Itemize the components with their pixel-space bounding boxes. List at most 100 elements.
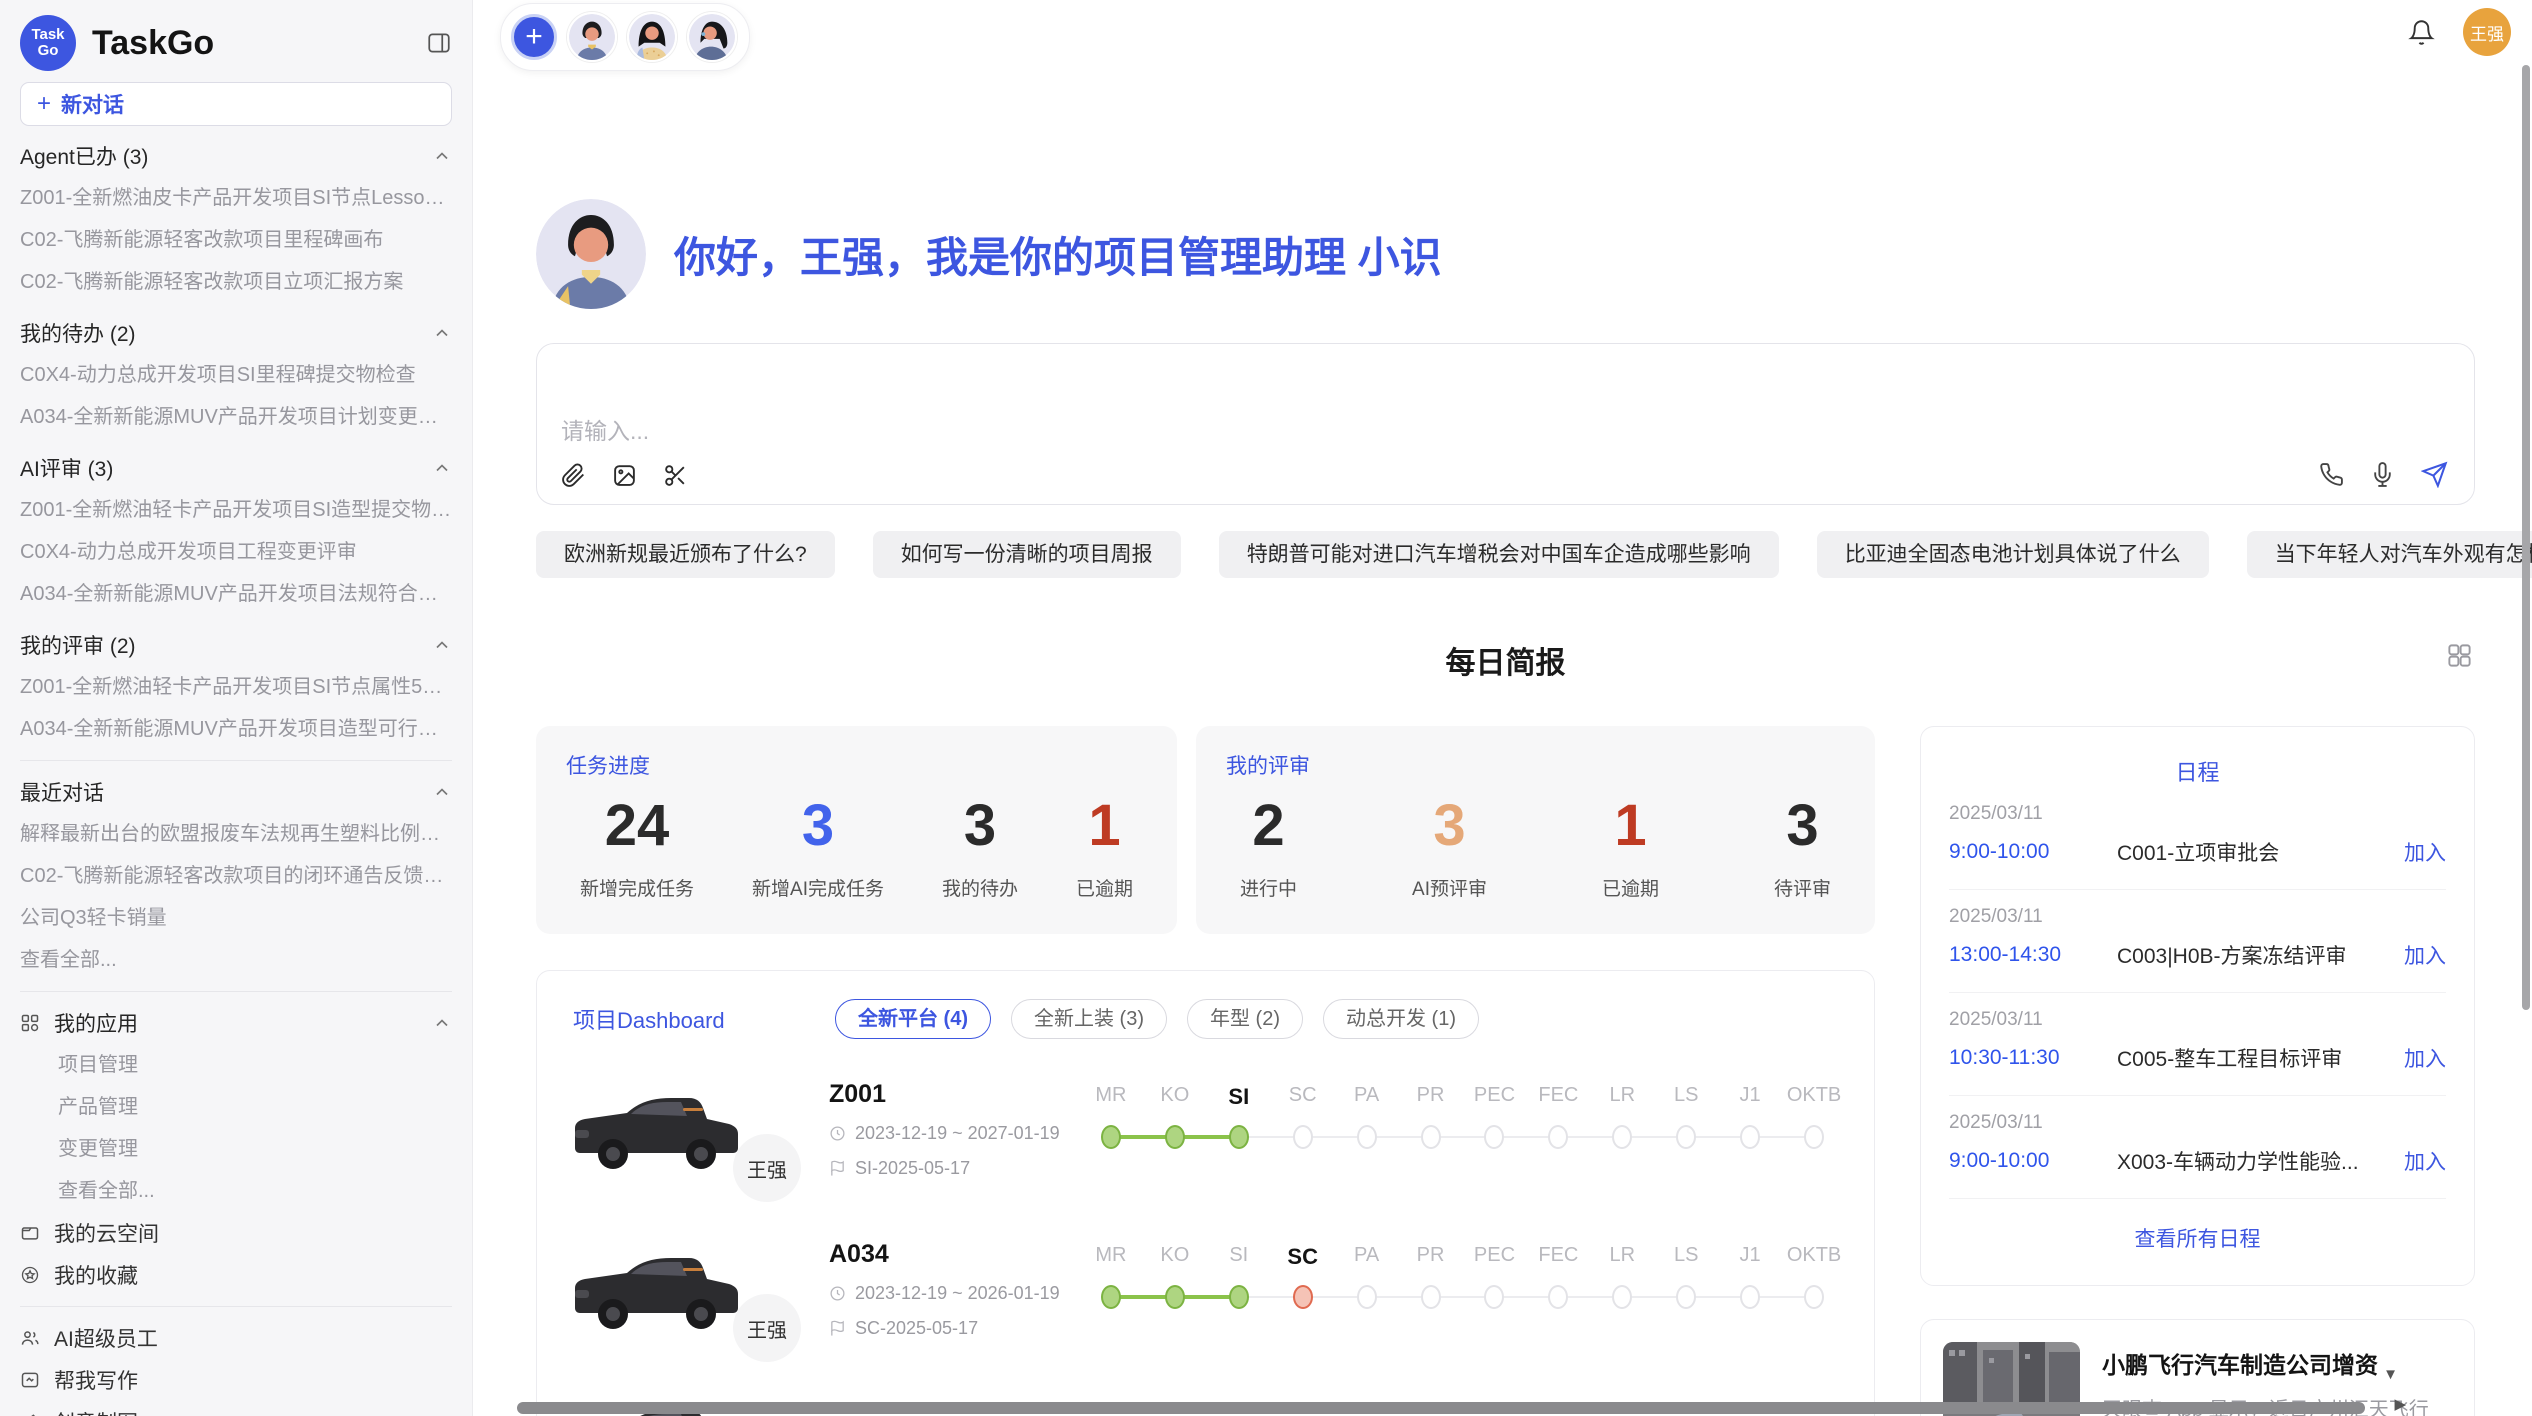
notification-bell-icon[interactable] [2408,19,2435,46]
join-meeting-link[interactable]: 加入 [2404,837,2446,867]
microphone-icon[interactable] [2370,462,2395,487]
list-item[interactable]: A034-全新新能源MUV产品开发项目造型可行性评审 [20,708,452,750]
suggestion-chip[interactable]: 比亚迪全固态电池计划具体说了什么 [1817,531,2209,578]
recent-chat-item[interactable]: 解释最新出台的欧盟报废车法规再生塑料比例被调至15%... [20,813,452,855]
suggestion-chip[interactable]: 欧洲新规最近颁布了什么? [536,531,835,578]
image-upload-icon[interactable] [612,463,637,488]
sidebar-item-creative-draw[interactable]: 创意制图 [20,1401,452,1416]
send-icon[interactable] [2421,461,2448,488]
stat-value: 1 [1602,794,1659,858]
stat: 3 待评审 [1774,794,1831,901]
section-agent-done[interactable]: Agent已办 (3) [20,135,452,177]
app-item-project-mgmt[interactable]: 项目管理 [20,1044,452,1086]
schedule-item: 2025/03/11 10:30-11:30 C005-整车工程目标评审 加入 [1949,993,2446,1096]
section-my-todo[interactable]: 我的待办 (2) [20,312,452,354]
list-item[interactable]: C0X4-动力总成开发项目SI里程碑提交物检查 [20,354,452,396]
attachment-icon[interactable] [561,463,586,488]
schedule-item: 2025/03/11 9:00-10:00 C001-立项审批会 加入 [1949,787,2446,890]
filter-chip-year[interactable]: 年型 (2) [1187,999,1303,1039]
app-logo: Task Go [20,15,76,71]
project-dashboard-card: 项目Dashboard 全新平台 (4) 全新上装 (3) 年型 (2) 动总开… [536,970,1875,1416]
list-item[interactable]: A034-全新新能源MUV产品开发项目计划变更表编写 [20,396,452,438]
section-my-review[interactable]: 我的评审 (2) [20,624,452,666]
sidebar-item-help-write[interactable]: 帮我写作 [20,1359,452,1401]
horizontal-scrollbar[interactable] [517,1402,2365,1414]
project-flag-date: SC-2025-05-17 [855,1318,978,1339]
milestone-label-current: SI [1207,1084,1271,1110]
view-all-chats-link[interactable]: 查看全部... [20,939,452,981]
schedule-name: C005-整车工程目标评审 [2117,1043,2392,1073]
app-item-product-mgmt[interactable]: 产品管理 [20,1086,452,1128]
input-left-icons [561,463,688,488]
project-code: Z001 [829,1080,1079,1109]
chevron-up-icon[interactable] [432,146,452,166]
chevron-up-icon[interactable] [432,323,452,343]
milestone-dot-overdue [1293,1285,1313,1309]
chevron-up-icon[interactable] [432,458,452,478]
join-meeting-link[interactable]: 加入 [2404,940,2446,970]
agent-avatar-3[interactable] [687,12,737,62]
list-item[interactable]: C02-飞腾新能源轻客改款项目立项汇报方案 [20,261,452,303]
app-item-change-mgmt[interactable]: 变更管理 [20,1128,452,1170]
section-my-apps[interactable]: 我的应用 [20,1002,452,1044]
sidebar-header: Task Go TaskGo [20,12,452,74]
vertical-scrollbar[interactable] [2522,65,2530,1010]
list-item[interactable]: Z001-全新燃油轻卡产品开发项目SI造型提交物评审 [20,489,452,531]
phone-call-icon[interactable] [2319,462,2344,487]
view-all-apps-link[interactable]: 查看全部... [20,1170,452,1212]
list-item[interactable]: C0X4-动力总成开发项目工程变更评审 [20,531,452,573]
schedule-date: 2025/03/11 [1949,906,2446,928]
scroll-down-arrow[interactable]: ▼ [2383,1367,2398,1382]
recent-chat-item[interactable]: 公司Q3轻卡销量 [20,897,452,939]
stat-label: 已逾期 [1602,874,1659,901]
project-car-image: 王强 [565,1078,777,1188]
scroll-right-arrow[interactable]: ▶ [2394,1397,2406,1412]
stat-label: 新增完成任务 [580,874,694,901]
project-row-a034[interactable]: 王强 A034 2023-12-19 ~ 2026-01-19 [565,1238,1846,1348]
milestone-label: PR [1399,1244,1463,1270]
milestone-label: SC [1271,1084,1335,1110]
list-item[interactable]: A034-全新新能源MUV产品开发项目法规符合性评审 [20,573,452,615]
milestone-dot-done [1229,1285,1249,1309]
chevron-up-icon[interactable] [432,782,452,802]
app-title: TaskGo [92,24,426,63]
filter-chip-powertrain[interactable]: 动总开发 (1) [1323,999,1479,1039]
chevron-up-icon[interactable] [432,1013,452,1033]
new-chat-button[interactable]: + 新对话 [20,82,452,126]
recent-chat-item[interactable]: C02-飞腾新能源轻客改款项目的闭环通告反馈情况 [20,855,452,897]
chat-input-card[interactable]: 请输入... [536,343,2475,505]
project-info: Z001 2023-12-19 ~ 2027-01-19 SI-2025-05-… [829,1078,1079,1179]
layout-grid-icon[interactable] [2446,642,2473,669]
collapse-sidebar-icon[interactable] [426,30,452,56]
milestone-label: PR [1399,1084,1463,1110]
list-item[interactable]: Z001-全新燃油轻卡产品开发项目SI节点属性5D文件评审 [20,666,452,708]
sidebar-item-favorites[interactable]: 我的收藏 [20,1254,452,1296]
join-meeting-link[interactable]: 加入 [2404,1043,2446,1073]
chevron-up-icon[interactable] [432,635,452,655]
join-meeting-link[interactable]: 加入 [2404,1146,2446,1176]
view-all-schedule-link[interactable]: 查看所有日程 [1949,1223,2446,1253]
add-agent-button[interactable]: + [511,14,557,60]
agent-avatar-2[interactable] [627,12,677,62]
filter-chip-body[interactable]: 全新上装 (3) [1011,999,1167,1039]
news-title: 小鹏飞行汽车制造公司增资 [2102,1346,2452,1380]
list-item[interactable]: C02-飞腾新能源轻客改款项目里程碑画布 [20,219,452,261]
milestone-track: MR KO SI SC PA PR PEC FEC LR LS [1079,1078,1846,1152]
section-ai-review[interactable]: AI评审 (3) [20,447,452,489]
sidebar-item-ai-employee[interactable]: AI超级员工 [20,1317,452,1359]
suggestion-chip[interactable]: 当下年轻人对汽车外观有怎样的喜好趋势 [2247,531,2532,578]
project-row-z001[interactable]: 王强 Z001 2023-12-19 ~ 2027-01-19 [565,1078,1846,1188]
milestone-dot [1612,1125,1632,1149]
sidebar-item-cloud-space[interactable]: 我的云空间 [20,1212,452,1254]
agent-avatar-1[interactable] [567,12,617,62]
top-bar: + 王强 [473,0,2532,72]
section-recent-chats[interactable]: 最近对话 [20,771,452,813]
suggestion-chip[interactable]: 如何写一份清晰的项目周报 [873,531,1181,578]
suggestion-chip[interactable]: 特朗普可能对进口汽车增税会对中国车企造成哪些影响 [1219,531,1779,578]
user-avatar[interactable]: 王强 [2463,8,2511,56]
list-item[interactable]: Z001-全新燃油皮卡产品开发项目SI节点Lesson Learn报告 [20,177,452,219]
scissors-icon[interactable] [663,463,688,488]
stat: 1 已逾期 [1076,794,1133,901]
schedule-name: C003|H0B-方案冻结评审 [2117,940,2392,970]
filter-chip-platform[interactable]: 全新平台 (4) [835,999,991,1039]
